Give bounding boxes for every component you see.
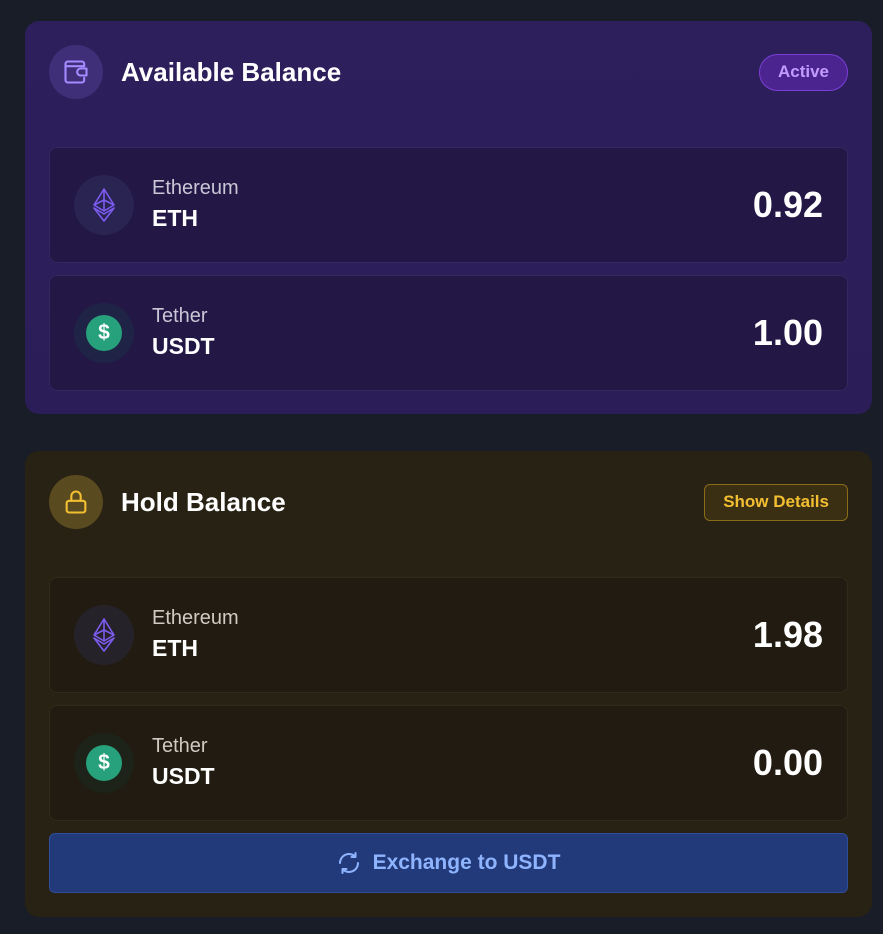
coin-name: Ethereum xyxy=(152,177,239,199)
coin-label: Tether USDT xyxy=(152,733,215,793)
coin-amount: 1.98 xyxy=(752,614,823,655)
show-details-button[interactable]: Show Details xyxy=(704,483,848,521)
coin-symbol: ETH xyxy=(152,205,198,231)
coin-name: Tether xyxy=(152,735,208,757)
coin-amount: 0.92 xyxy=(752,184,823,225)
available-usdt-row: $ Tether USDT 1.00 xyxy=(49,275,848,391)
coin-amount: 0.00 xyxy=(752,742,823,783)
hold-balance-heading: Hold Balance xyxy=(49,475,286,529)
dollar-icon: $ xyxy=(86,745,122,781)
available-balance-heading: Available Balance xyxy=(49,45,341,99)
tether-coin: $ xyxy=(74,733,134,793)
ethereum-icon xyxy=(74,175,134,235)
hold-usdt-row: $ Tether USDT 0.00 xyxy=(49,705,848,821)
coin-symbol: USDT xyxy=(152,763,215,789)
available-balance-card: Available Balance Active Ethereum ETH 0.… xyxy=(25,21,872,414)
coin-label: Ethereum ETH xyxy=(152,175,239,235)
exchange-to-usdt-button[interactable]: Exchange to USDT xyxy=(49,833,848,893)
coin-label: Tether USDT xyxy=(152,303,215,363)
available-balance-header: Available Balance Active xyxy=(49,45,848,99)
hold-balance-card: Hold Balance Show Details Ethereum ETH 1… xyxy=(25,451,872,917)
hold-balance-header: Hold Balance Show Details xyxy=(49,475,848,529)
available-balance-title: Available Balance xyxy=(121,56,342,87)
coin-amount: 1.00 xyxy=(752,312,823,353)
coin-symbol: USDT xyxy=(152,333,215,359)
coin-symbol: ETH xyxy=(152,635,198,661)
active-status-badge: Active xyxy=(758,53,848,91)
exchange-label: Exchange to USDT xyxy=(372,851,561,874)
available-eth-row: Ethereum ETH 0.92 xyxy=(49,147,848,263)
hold-eth-row: Ethereum ETH 1.98 xyxy=(49,577,848,693)
coin-label: Ethereum ETH xyxy=(152,605,239,665)
lock-icon xyxy=(49,475,103,529)
coin-name: Ethereum xyxy=(152,607,239,629)
ethereum-icon xyxy=(74,605,134,665)
wallet-icon xyxy=(49,45,103,99)
tether-coin: $ xyxy=(74,303,134,363)
coin-name: Tether xyxy=(152,305,208,327)
dollar-icon: $ xyxy=(86,315,122,351)
hold-balance-title: Hold Balance xyxy=(121,486,286,517)
refresh-icon xyxy=(338,852,359,874)
